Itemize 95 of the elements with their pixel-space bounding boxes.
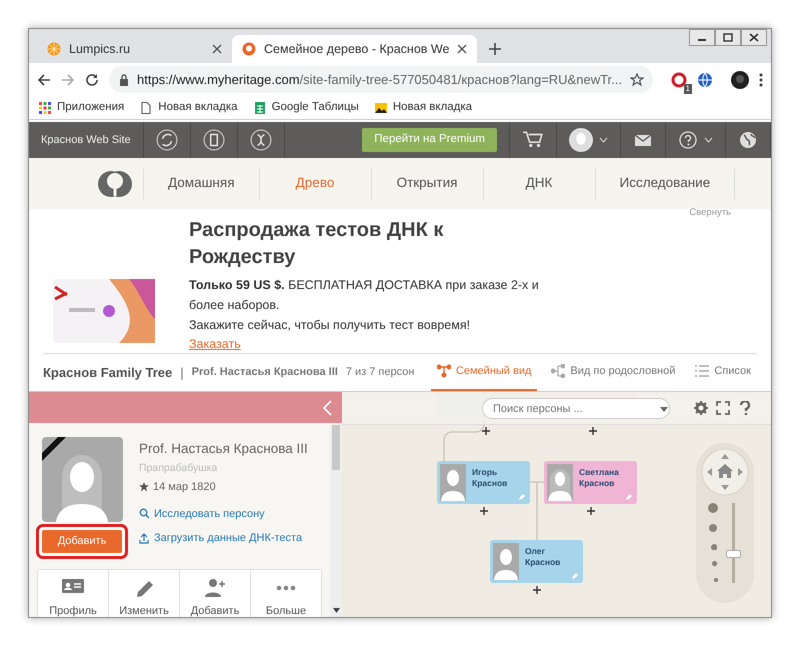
bookmark-link[interactable]: Приложения xyxy=(57,98,124,116)
person-card[interactable]: Игорь Краснов xyxy=(437,461,530,504)
document-icon[interactable] xyxy=(202,129,225,151)
dna-icon[interactable] xyxy=(250,129,272,151)
reload-icon[interactable] xyxy=(85,72,99,86)
lock-icon xyxy=(119,74,129,86)
avatar-icon[interactable] xyxy=(731,70,749,88)
person-search-field[interactable]: Поиск персоны ... xyxy=(482,398,670,419)
globe-icon[interactable] xyxy=(738,130,758,150)
chevron-down-icon[interactable] xyxy=(599,137,608,143)
address-bar[interactable]: https://www.myheritage.com/site-family-tree-577050481/краснов?lang=RU&newTr... xyxy=(109,66,653,93)
person-name[interactable]: Prof. Настасья Краснова III xyxy=(192,364,338,381)
user-avatar-icon[interactable] xyxy=(569,128,593,152)
close-icon[interactable] xyxy=(457,44,468,54)
fullscreen-icon[interactable] xyxy=(716,401,730,415)
family-view-icon xyxy=(436,364,451,378)
spreadsheet-icon xyxy=(254,102,266,114)
action-button[interactable]: Профиль xyxy=(38,570,109,617)
nav-link[interactable]: Домашняя xyxy=(143,168,258,200)
extension-icon[interactable] xyxy=(671,72,687,88)
person-count: 7 из 7 персон xyxy=(346,365,414,380)
person-name: Олег Краснов xyxy=(525,545,562,568)
relation-label: Прапрабабушка xyxy=(139,461,218,476)
sync-icon[interactable] xyxy=(156,129,178,151)
help-icon[interactable] xyxy=(738,401,752,415)
bookmark-link[interactable]: Новая вкладка xyxy=(158,98,238,116)
banner-text: Закажите сейчас, чтобы получить тест вовремя! xyxy=(189,317,472,334)
close-icon[interactable] xyxy=(212,44,222,54)
more-icon xyxy=(275,584,297,590)
search-icon xyxy=(139,508,149,520)
zoom-level-dot-icon[interactable] xyxy=(714,578,718,582)
pan-control-icon[interactable] xyxy=(701,448,749,496)
person-name: Светлана Краснов xyxy=(579,466,620,489)
person-card[interactable]: Светлана Краснов xyxy=(544,461,637,504)
view-tab[interactable]: Список xyxy=(689,354,757,392)
woman-silhouette-icon xyxy=(547,464,573,501)
site-logo-icon xyxy=(242,42,256,56)
view-tab[interactable]: Вид по родословной xyxy=(545,354,682,392)
person-name: Игорь Краснов xyxy=(472,466,508,489)
back-icon[interactable] xyxy=(37,72,51,86)
star-icon xyxy=(139,482,149,492)
nav-link[interactable]: Открытия xyxy=(370,168,482,200)
add-relative-icon[interactable] xyxy=(589,427,597,435)
person-name: Prof. Настасья Краснова III xyxy=(139,440,308,458)
tree-name[interactable]: Краснов Family Tree xyxy=(43,362,172,382)
zoom-slider-thumb[interactable] xyxy=(726,550,741,558)
menu-icon[interactable] xyxy=(759,72,763,86)
list-icon xyxy=(695,364,710,378)
chevron-down-icon[interactable] xyxy=(704,137,713,143)
url-text: https://www.myheritage.com/site-family-tree-577050481/краснов?lang=RU&newTr... xyxy=(137,70,622,89)
separator: | xyxy=(180,364,184,382)
panel-link[interactable]: Исследовать персону xyxy=(154,506,265,522)
settings-icon[interactable] xyxy=(694,401,708,415)
add-relative-icon[interactable] xyxy=(482,427,490,435)
citrus-slice-icon xyxy=(47,42,61,56)
nav-link[interactable]: ДНК xyxy=(482,168,594,200)
connector-line xyxy=(529,481,545,541)
banner-title: Распродажа тестов ДНК к Рождеству xyxy=(189,218,444,270)
pedigree-icon xyxy=(551,364,566,378)
star-icon[interactable] xyxy=(630,72,644,86)
page-icon xyxy=(140,102,152,114)
add-relative-icon[interactable] xyxy=(587,507,595,515)
browser-tab[interactable]: Семейное дерево - Краснов We xyxy=(232,35,478,63)
dropdown-icon[interactable] xyxy=(660,407,668,412)
zoom-level-dot-icon[interactable] xyxy=(709,524,717,532)
zoom-level-dot-icon[interactable] xyxy=(708,503,718,513)
add-relative-icon[interactable] xyxy=(480,507,488,515)
nav-link[interactable]: Исследование xyxy=(594,168,734,200)
close-icon[interactable] xyxy=(748,33,760,42)
person-card[interactable]: Олег Краснов xyxy=(490,540,583,583)
extension-badge: 1 xyxy=(684,84,692,94)
maximize-icon[interactable] xyxy=(722,33,734,42)
bookmark-link[interactable]: Новая вкладка xyxy=(392,98,472,116)
add-relative-icon[interactable] xyxy=(533,586,541,594)
man-silhouette-icon xyxy=(440,464,466,501)
browser-tab[interactable]: Lumpics.ru xyxy=(37,35,232,63)
new-tab-icon[interactable] xyxy=(489,43,502,55)
panel-link[interactable]: Загрузить данные ДНК-теста xyxy=(154,530,302,546)
help-icon[interactable] xyxy=(678,130,698,150)
image-icon xyxy=(374,102,387,114)
scrollbar-thumb[interactable] xyxy=(332,425,340,470)
bookmark-link[interactable]: Google Таблицы xyxy=(272,98,359,116)
banner-text: Только 59 US $. БЕСПЛАТНАЯ ДОСТАВКА при заказе 2-х и более наборов. xyxy=(189,277,540,314)
apps-icon xyxy=(39,102,51,114)
chevron-left-icon[interactable] xyxy=(323,400,332,416)
person-photo[interactable] xyxy=(42,437,122,522)
upload-icon xyxy=(139,532,149,544)
man-silhouette-icon xyxy=(493,543,519,580)
zoom-level-dot-icon[interactable] xyxy=(712,561,718,567)
add-person-icon xyxy=(204,576,226,598)
site-name[interactable]: Краснов Web Site xyxy=(41,132,131,148)
globe-icon[interactable] xyxy=(697,72,713,88)
zoom-level-dot-icon[interactable] xyxy=(710,544,718,550)
birth-date: 14 мар 1820 xyxy=(153,480,216,495)
scroll-down-icon[interactable] xyxy=(333,608,340,613)
